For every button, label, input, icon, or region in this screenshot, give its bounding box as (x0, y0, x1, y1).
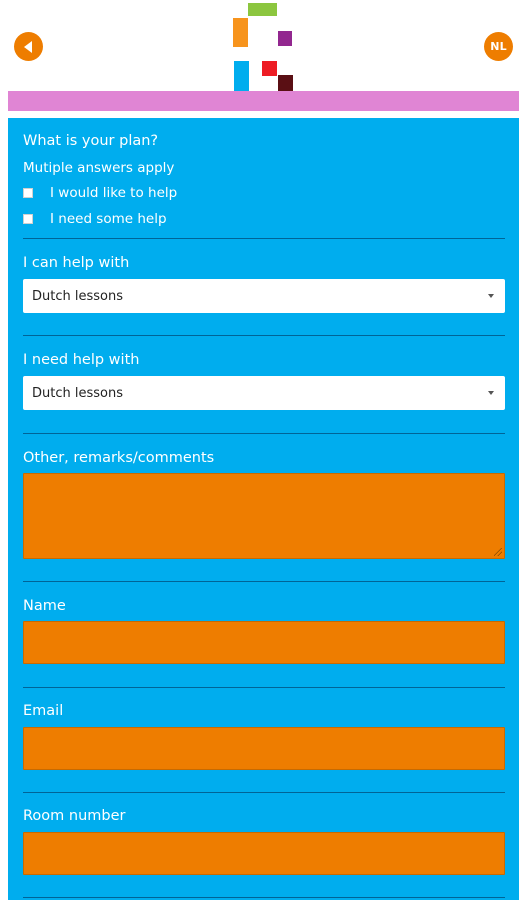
option-label: I would like to help (50, 185, 178, 201)
plan-question: What is your plan? (23, 133, 159, 149)
option-help-row[interactable]: I would like to help (23, 185, 177, 201)
app-header: NL (0, 0, 527, 92)
divider (23, 581, 505, 582)
divider (23, 687, 505, 688)
name-input[interactable] (23, 621, 505, 664)
checkbox-need-some-help[interactable] (23, 214, 33, 224)
room-label: Room number (23, 808, 126, 824)
select-value: Dutch lessons (32, 288, 123, 304)
need-help-label: I need help with (23, 352, 140, 368)
plan-hint: Mutiple answers apply (23, 160, 175, 176)
room-input[interactable] (23, 832, 505, 875)
back-button[interactable] (14, 32, 43, 61)
banner-bar (8, 91, 519, 111)
divider (23, 238, 505, 239)
divider (23, 897, 505, 898)
remarks-textarea[interactable] (23, 473, 505, 559)
divider (23, 792, 505, 793)
need-help-select[interactable]: Dutch lessons (23, 376, 505, 410)
option-need-help-row[interactable]: I need some help (23, 211, 167, 227)
resize-handle-icon[interactable] (494, 548, 502, 556)
app-logo (228, 0, 298, 92)
chevron-down-icon (488, 391, 494, 395)
can-help-label: I can help with (23, 255, 130, 271)
email-label: Email (23, 703, 64, 719)
remarks-label: Other, remarks/comments (23, 450, 215, 466)
can-help-select[interactable]: Dutch lessons (23, 279, 505, 313)
email-input[interactable] (23, 727, 505, 770)
arrow-left-icon (23, 40, 32, 53)
checkbox-would-like-to-help[interactable] (23, 188, 33, 198)
divider (23, 335, 505, 336)
frame-edge (0, 0, 4, 900)
select-value: Dutch lessons (32, 385, 123, 401)
option-label: I need some help (50, 211, 167, 227)
divider (23, 433, 505, 434)
language-button[interactable]: NL (484, 32, 513, 61)
chevron-down-icon (488, 294, 494, 298)
name-label: Name (23, 598, 66, 614)
